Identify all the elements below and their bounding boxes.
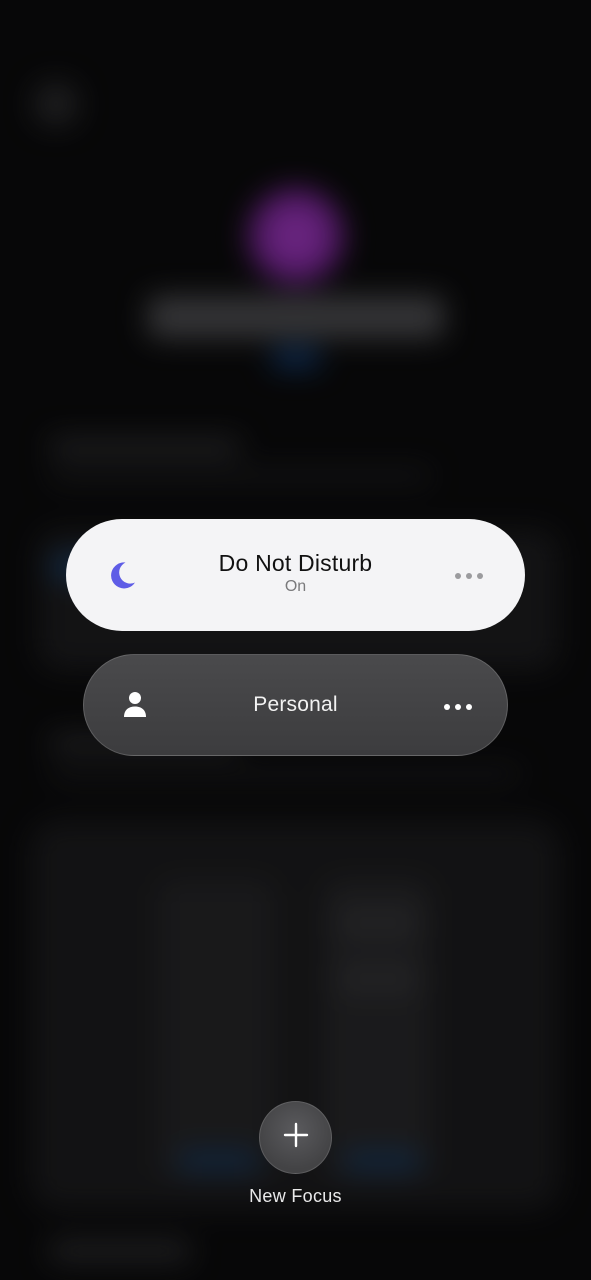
- ellipsis-icon: [444, 704, 450, 710]
- ellipsis-icon: [455, 573, 461, 579]
- focus-picker-screen: Do Not Disturb On Personal New Focus: [0, 0, 591, 1280]
- more-options-button[interactable]: [440, 698, 476, 716]
- focus-item-do-not-disturb[interactable]: Do Not Disturb On: [66, 519, 525, 631]
- ellipsis-icon: [466, 573, 472, 579]
- dim-overlay: [0, 0, 591, 1280]
- focus-item-personal[interactable]: Personal: [83, 654, 508, 756]
- person-icon: [120, 689, 150, 721]
- ellipsis-icon: [455, 704, 461, 710]
- new-focus-button[interactable]: [259, 1101, 332, 1174]
- ellipsis-icon: [477, 573, 483, 579]
- ellipsis-icon: [466, 704, 472, 710]
- more-options-button[interactable]: [451, 567, 487, 585]
- moon-icon: [104, 557, 140, 593]
- plus-icon: [283, 1122, 309, 1153]
- new-focus-label: New Focus: [249, 1186, 342, 1206]
